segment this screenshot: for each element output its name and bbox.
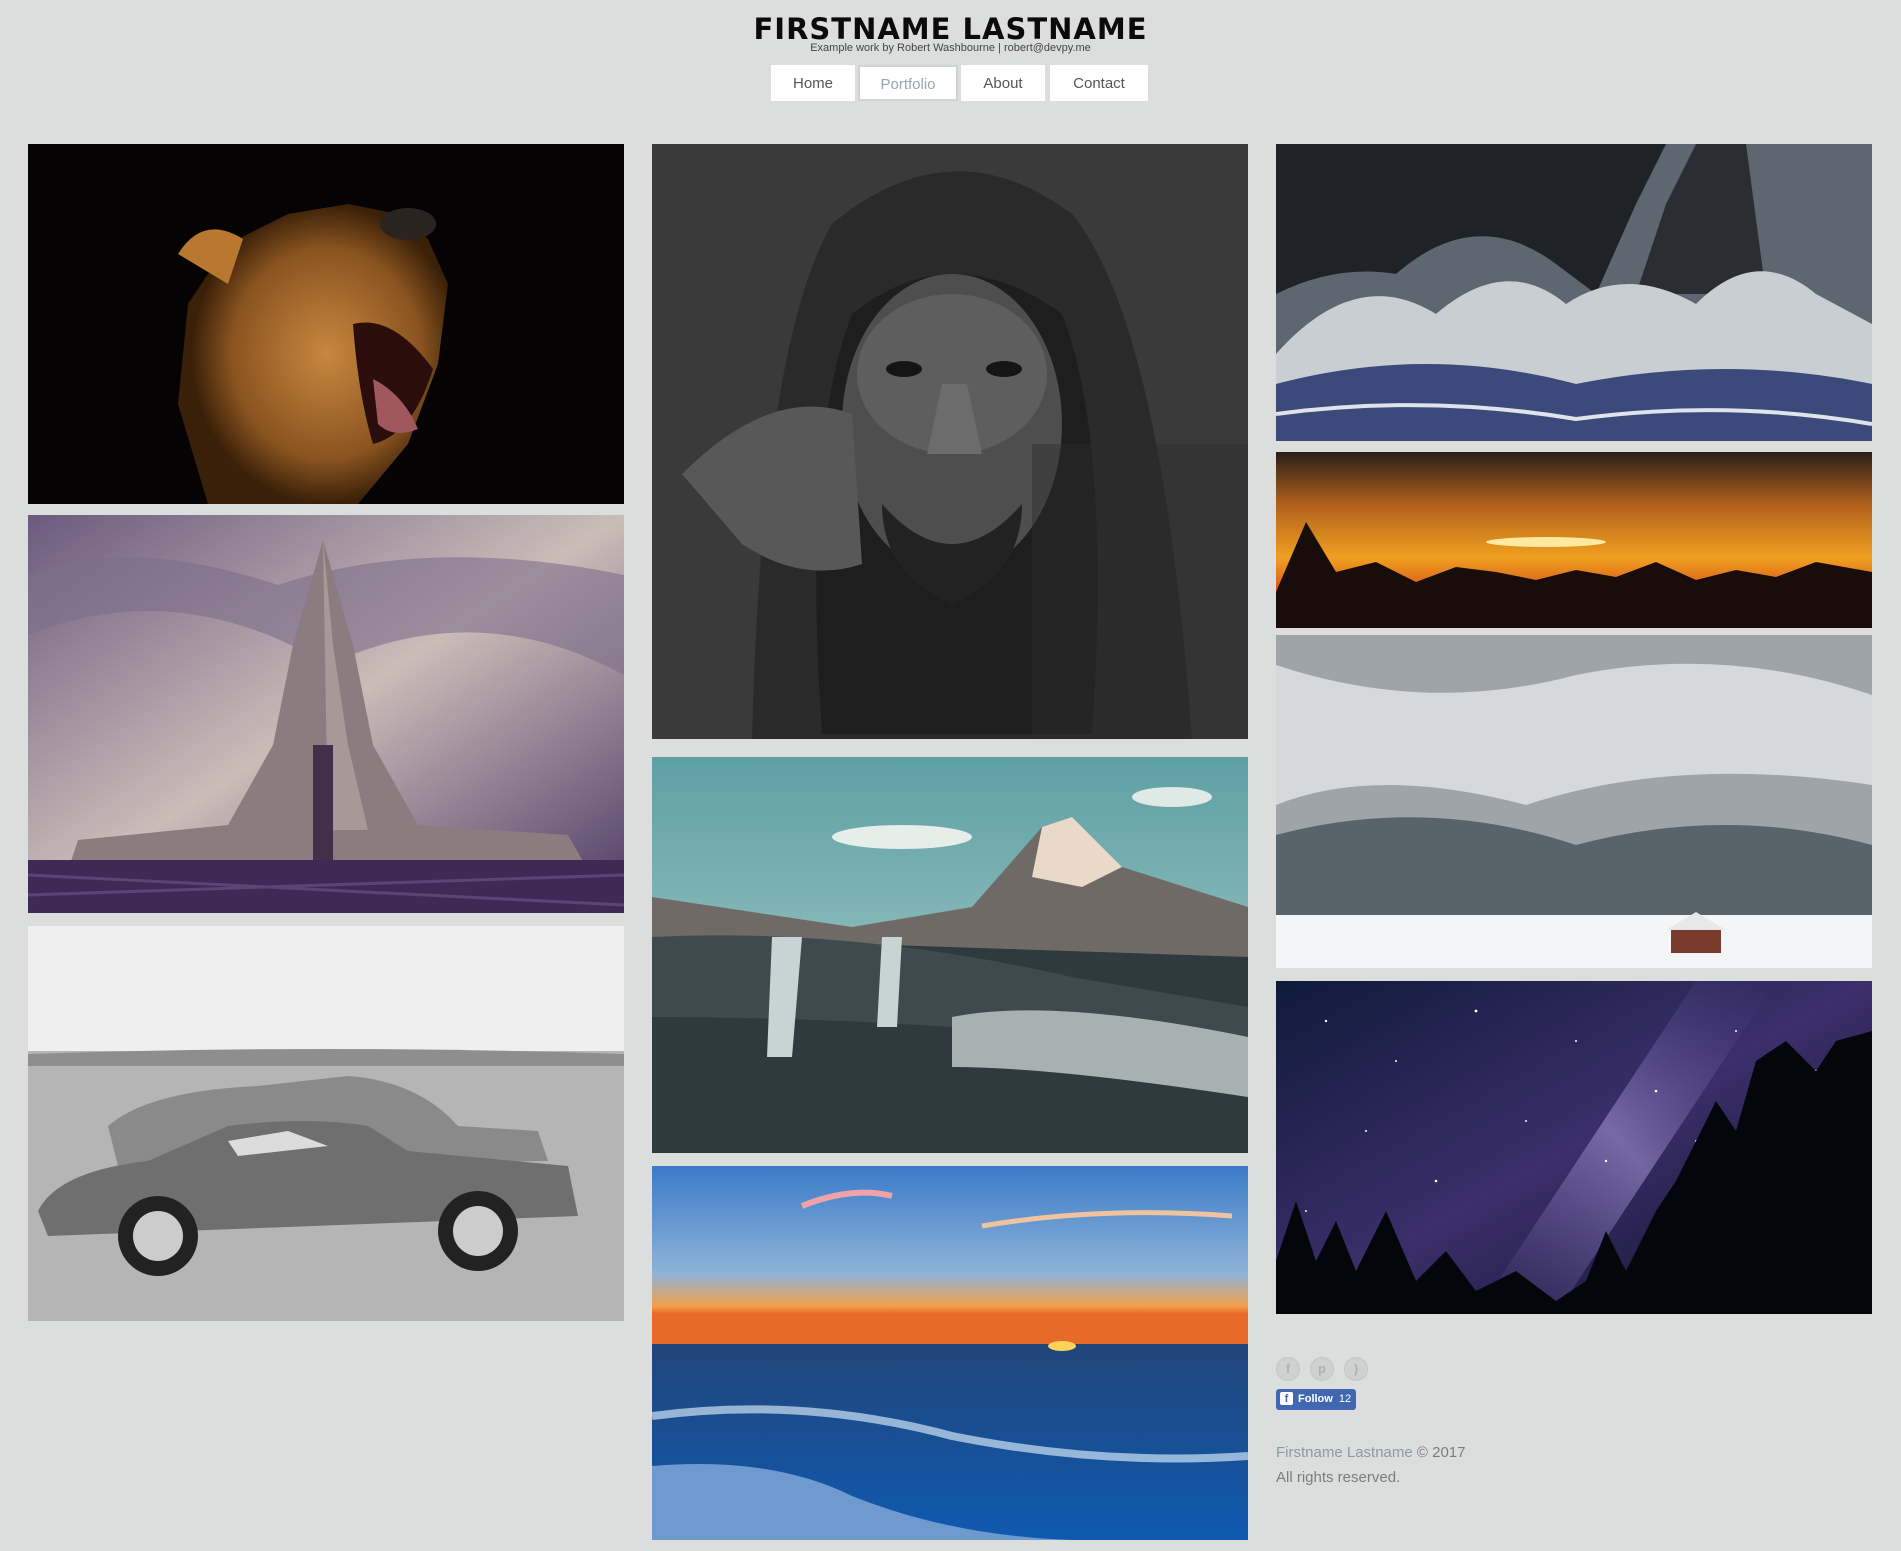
- nav-contact[interactable]: Contact: [1050, 65, 1148, 101]
- copyright-name-link[interactable]: Firstname Lastname: [1276, 1444, 1413, 1461]
- facebook-icon[interactable]: f: [1276, 1357, 1300, 1381]
- photo-mountain[interactable]: [652, 757, 1248, 1153]
- copyright: Firstname Lastname © 2017: [1276, 1444, 1466, 1461]
- photo-orange-sunset[interactable]: [1276, 452, 1872, 628]
- facebook-follow-button[interactable]: f Follow 12: [1276, 1389, 1356, 1410]
- copyright-year: © 2017: [1416, 1444, 1466, 1461]
- photo-church[interactable]: [28, 515, 624, 913]
- photo-lioness[interactable]: [28, 144, 624, 504]
- rights-text: All rights reserved.: [1276, 1469, 1401, 1486]
- fb-follow-label: Follow: [1298, 1393, 1333, 1405]
- photo-portrait[interactable]: [652, 144, 1248, 739]
- site-title[interactable]: FIRSTNAME LASTNAME: [0, 12, 1901, 46]
- photo-ocean-sunset[interactable]: [652, 1166, 1248, 1540]
- nav-home[interactable]: Home: [771, 65, 855, 101]
- nav-portfolio[interactable]: Portfolio: [858, 65, 958, 101]
- pinterest-icon[interactable]: p: [1310, 1357, 1334, 1381]
- facebook-logo-icon: f: [1280, 1391, 1293, 1405]
- rss-icon[interactable]: ): [1344, 1357, 1368, 1381]
- photo-milky-way[interactable]: [1276, 981, 1872, 1314]
- nav-about[interactable]: About: [961, 65, 1045, 101]
- site-tagline: Example work by Robert Washbourne | robe…: [810, 42, 1091, 54]
- photo-waves[interactable]: [1276, 144, 1872, 441]
- photo-cars[interactable]: [28, 926, 624, 1321]
- fb-follow-count: 12: [1338, 1393, 1352, 1405]
- photo-snowy-mountain[interactable]: [1276, 635, 1872, 968]
